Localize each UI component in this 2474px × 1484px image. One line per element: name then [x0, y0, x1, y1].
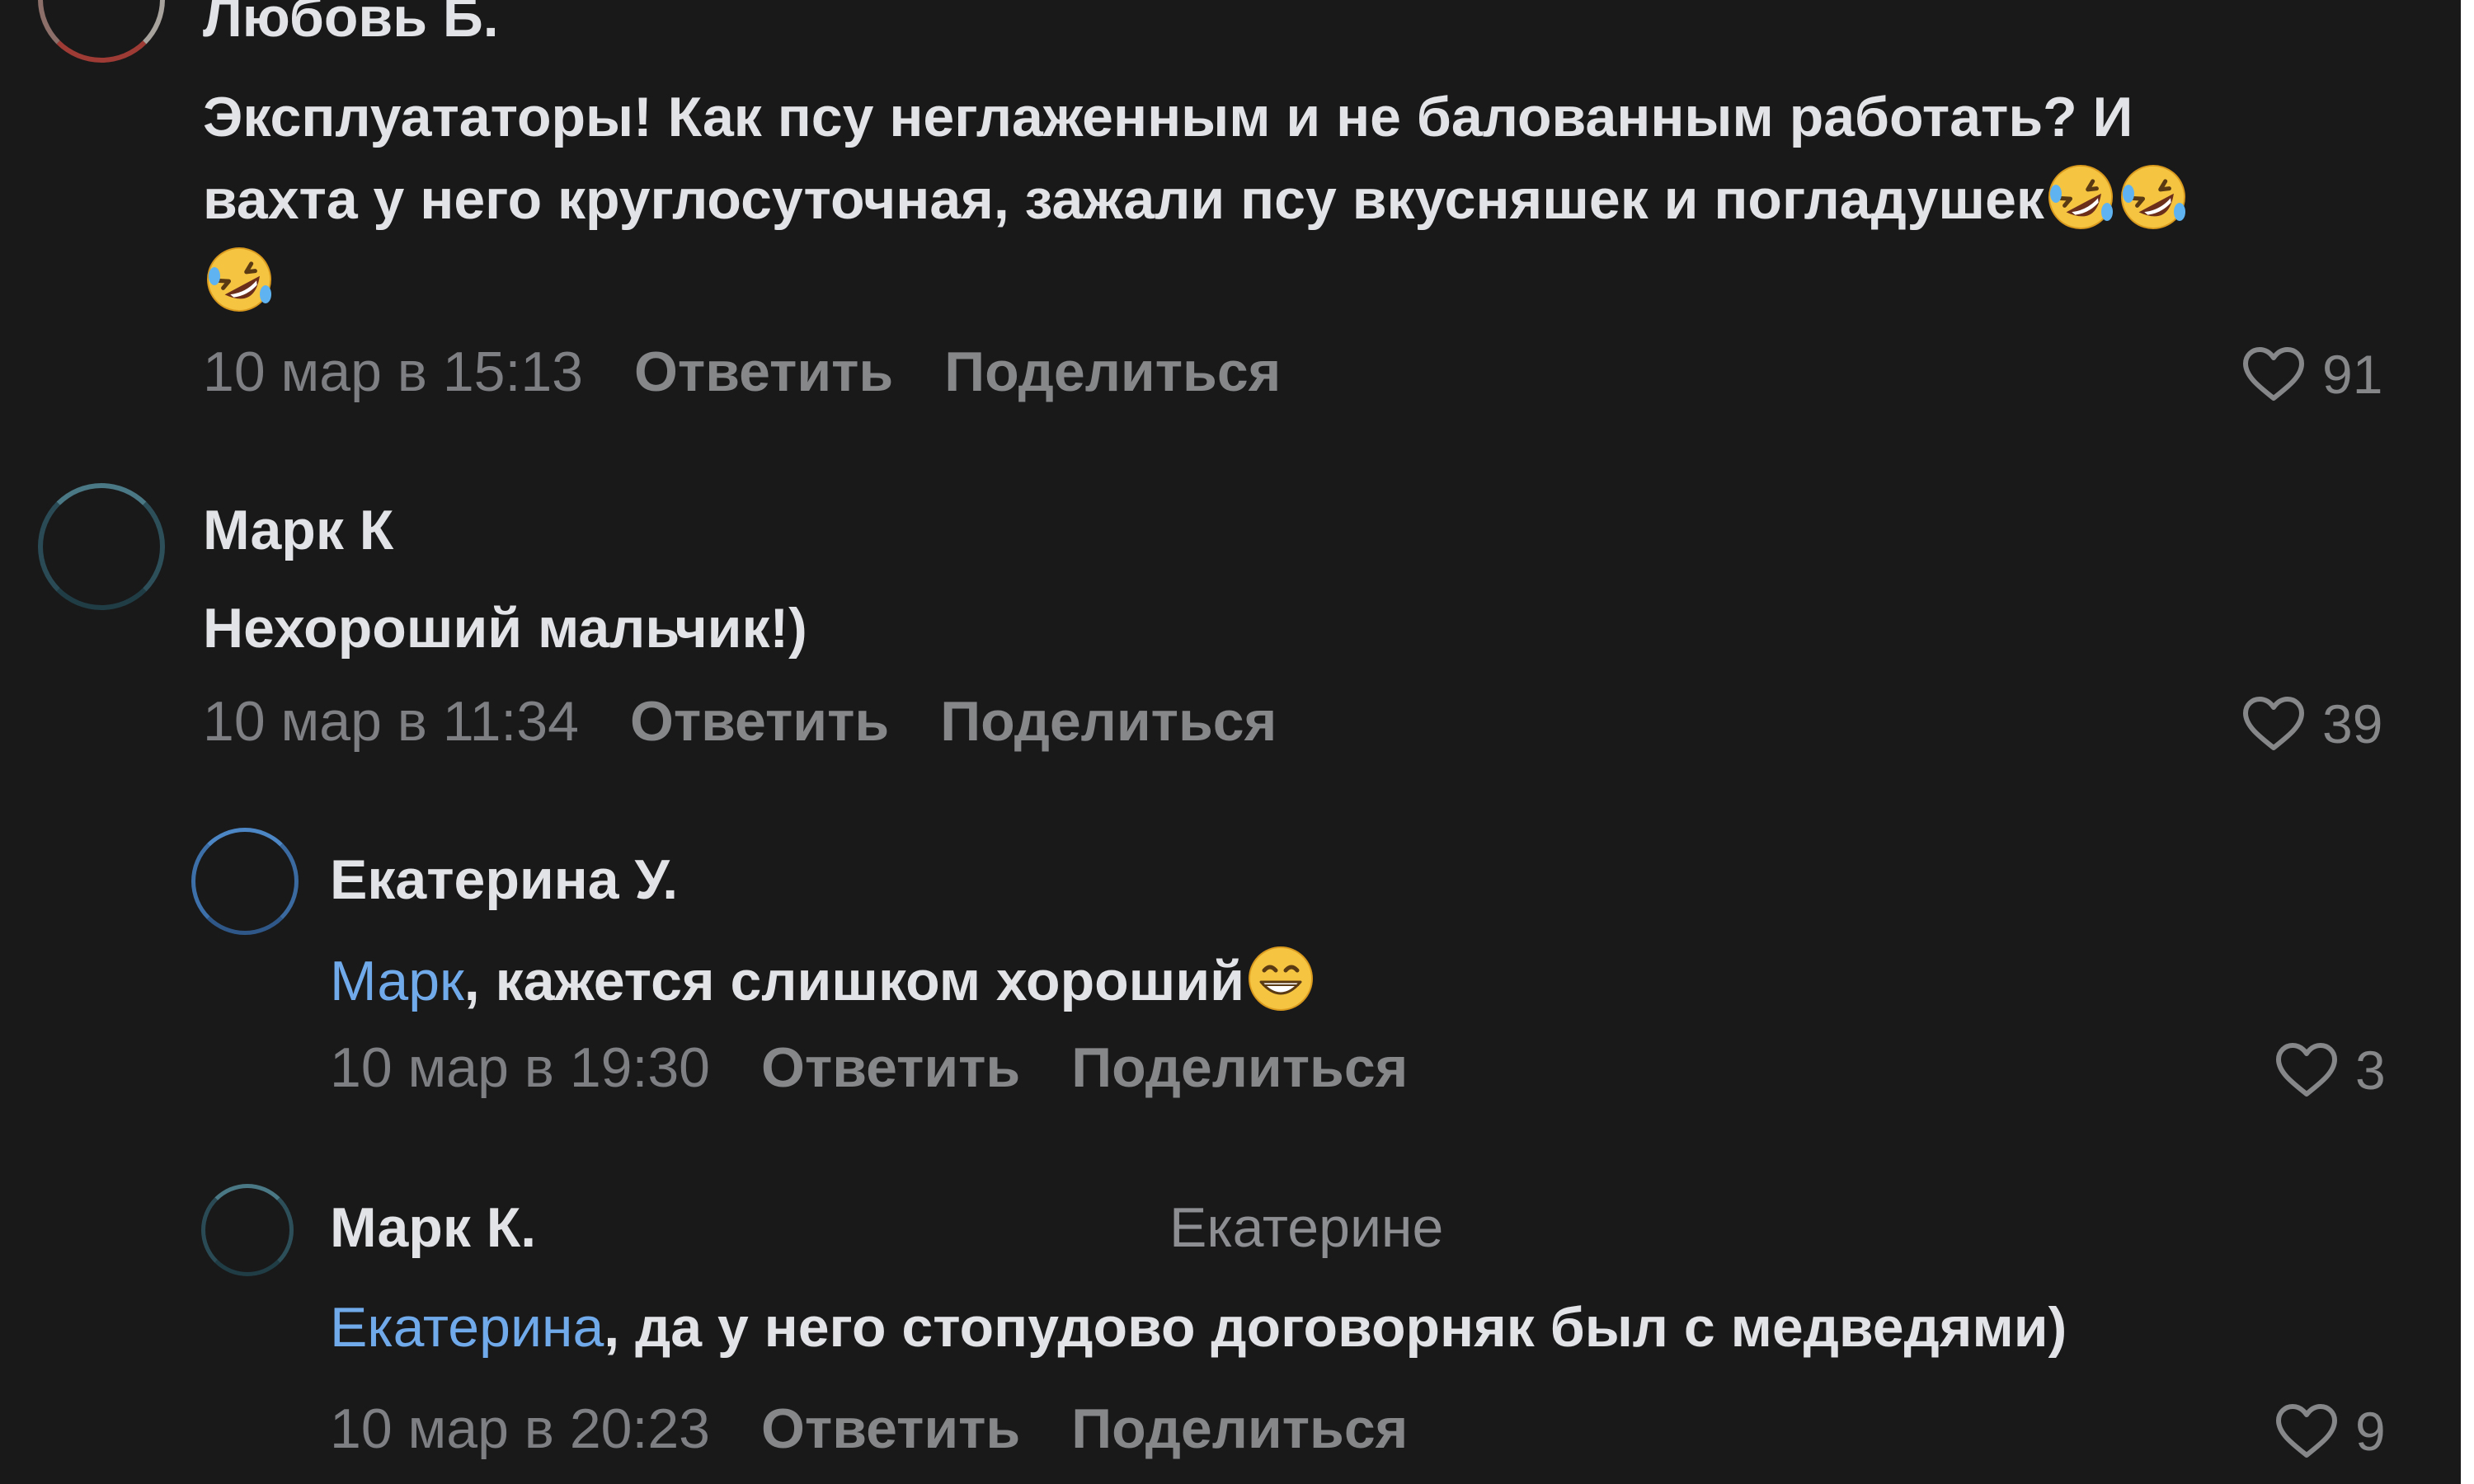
window-edge: [2461, 0, 2474, 1484]
like-count: 39: [2322, 693, 2383, 754]
comment-date[interactable]: 10 мар в 11:34: [203, 690, 579, 753]
grinning-face-icon: [1244, 942, 1317, 1015]
comment-text-body: , да у него стопудово договорняк был с м…: [604, 1296, 2067, 1359]
comment-item: Любовь Б. Эксплуататоры! Как псу неглаже…: [0, 0, 2461, 445]
reply-item: Марк К. Екатерине Екатерина, да у него с…: [0, 1154, 2461, 1484]
share-button[interactable]: Поделиться: [944, 340, 1281, 403]
comment-author[interactable]: Любовь Б.: [203, 0, 499, 49]
avatar[interactable]: [38, 483, 165, 610]
comment-text: Марк, кажется слишком хороший: [330, 940, 1317, 1022]
mention-link[interactable]: Екатерина: [330, 1296, 604, 1359]
comment-meta: 10 мар в 11:34 Ответить Поделиться: [203, 689, 1277, 754]
like-count: 9: [2355, 1401, 2386, 1462]
share-button[interactable]: Поделиться: [1071, 1397, 1408, 1460]
comment-author[interactable]: Марк К.: [330, 1195, 536, 1260]
avatar[interactable]: [191, 828, 299, 935]
heart-outline-icon: [2241, 695, 2306, 753]
like-count: 91: [2322, 344, 2383, 405]
like-button[interactable]: 39: [2241, 691, 2382, 757]
reply-button[interactable]: Ответить: [634, 340, 893, 403]
reply-to-label[interactable]: Екатерине: [1169, 1195, 1443, 1260]
comment-date[interactable]: 10 мар в 19:30: [330, 1036, 710, 1099]
like-count: 3: [2355, 1040, 2386, 1101]
like-button[interactable]: 9: [2274, 1398, 2386, 1464]
share-button[interactable]: Поделиться: [940, 690, 1277, 753]
avatar[interactable]: [201, 1184, 294, 1276]
comment-text-line: вахта у него круглосуточная, зажали псу …: [203, 168, 2044, 231]
comments-page: Любовь Б. Эксплуататоры! Как псу неглаже…: [0, 0, 2474, 1484]
comment-meta: 10 мар в 19:30 Ответить Поделиться: [330, 1036, 1408, 1100]
reply-button[interactable]: Ответить: [761, 1397, 1020, 1460]
rolling-on-floor-laughing-icon: [2044, 161, 2117, 233]
comment-text-line-with-emoji: вахта у него круглосуточная, зажали псу …: [203, 158, 2189, 241]
comment-date[interactable]: 10 мар в 15:13: [203, 340, 583, 403]
comment-emoji-line: [203, 241, 2189, 323]
comment-date[interactable]: 10 мар в 20:23: [330, 1397, 710, 1460]
reply-item: Екатерина У. Марк, кажется слишком хорош…: [0, 808, 2461, 1138]
heart-outline-icon: [2274, 1041, 2339, 1099]
like-button[interactable]: 3: [2274, 1037, 2386, 1103]
like-button[interactable]: 91: [2241, 341, 2382, 407]
mention-link[interactable]: Марк: [330, 950, 464, 1012]
comment-text: Эксплуататоры! Как псу неглаженным и не …: [203, 76, 2189, 323]
avatar[interactable]: [38, 0, 165, 63]
comment-text: Екатерина, да у него стопудово договорня…: [330, 1286, 2067, 1369]
heart-outline-icon: [2241, 345, 2306, 403]
comment-text-line: Эксплуататоры! Как псу неглаженным и не …: [203, 86, 2133, 148]
share-button[interactable]: Поделиться: [1071, 1036, 1408, 1099]
comment-author[interactable]: Екатерина У.: [330, 848, 678, 912]
comment-text-body: , кажется слишком хороший: [463, 950, 1244, 1012]
comment-author[interactable]: Марк К: [203, 498, 393, 562]
reply-button[interactable]: Ответить: [630, 690, 889, 753]
comment-text: Нехороший мальчик!): [203, 597, 807, 660]
heart-outline-icon: [2274, 1402, 2339, 1460]
comment-item: Марк К Нехороший мальчик!) 10 мар в 11:3…: [0, 462, 2461, 775]
reply-button[interactable]: Ответить: [761, 1036, 1020, 1099]
comment-meta: 10 мар в 20:23 Ответить Поделиться: [330, 1397, 1408, 1461]
rolling-on-floor-laughing-icon: [203, 243, 275, 316]
rolling-on-floor-laughing-icon: [2117, 161, 2189, 233]
comment-meta: 10 мар в 15:13 Ответить Поделиться: [203, 340, 1281, 404]
